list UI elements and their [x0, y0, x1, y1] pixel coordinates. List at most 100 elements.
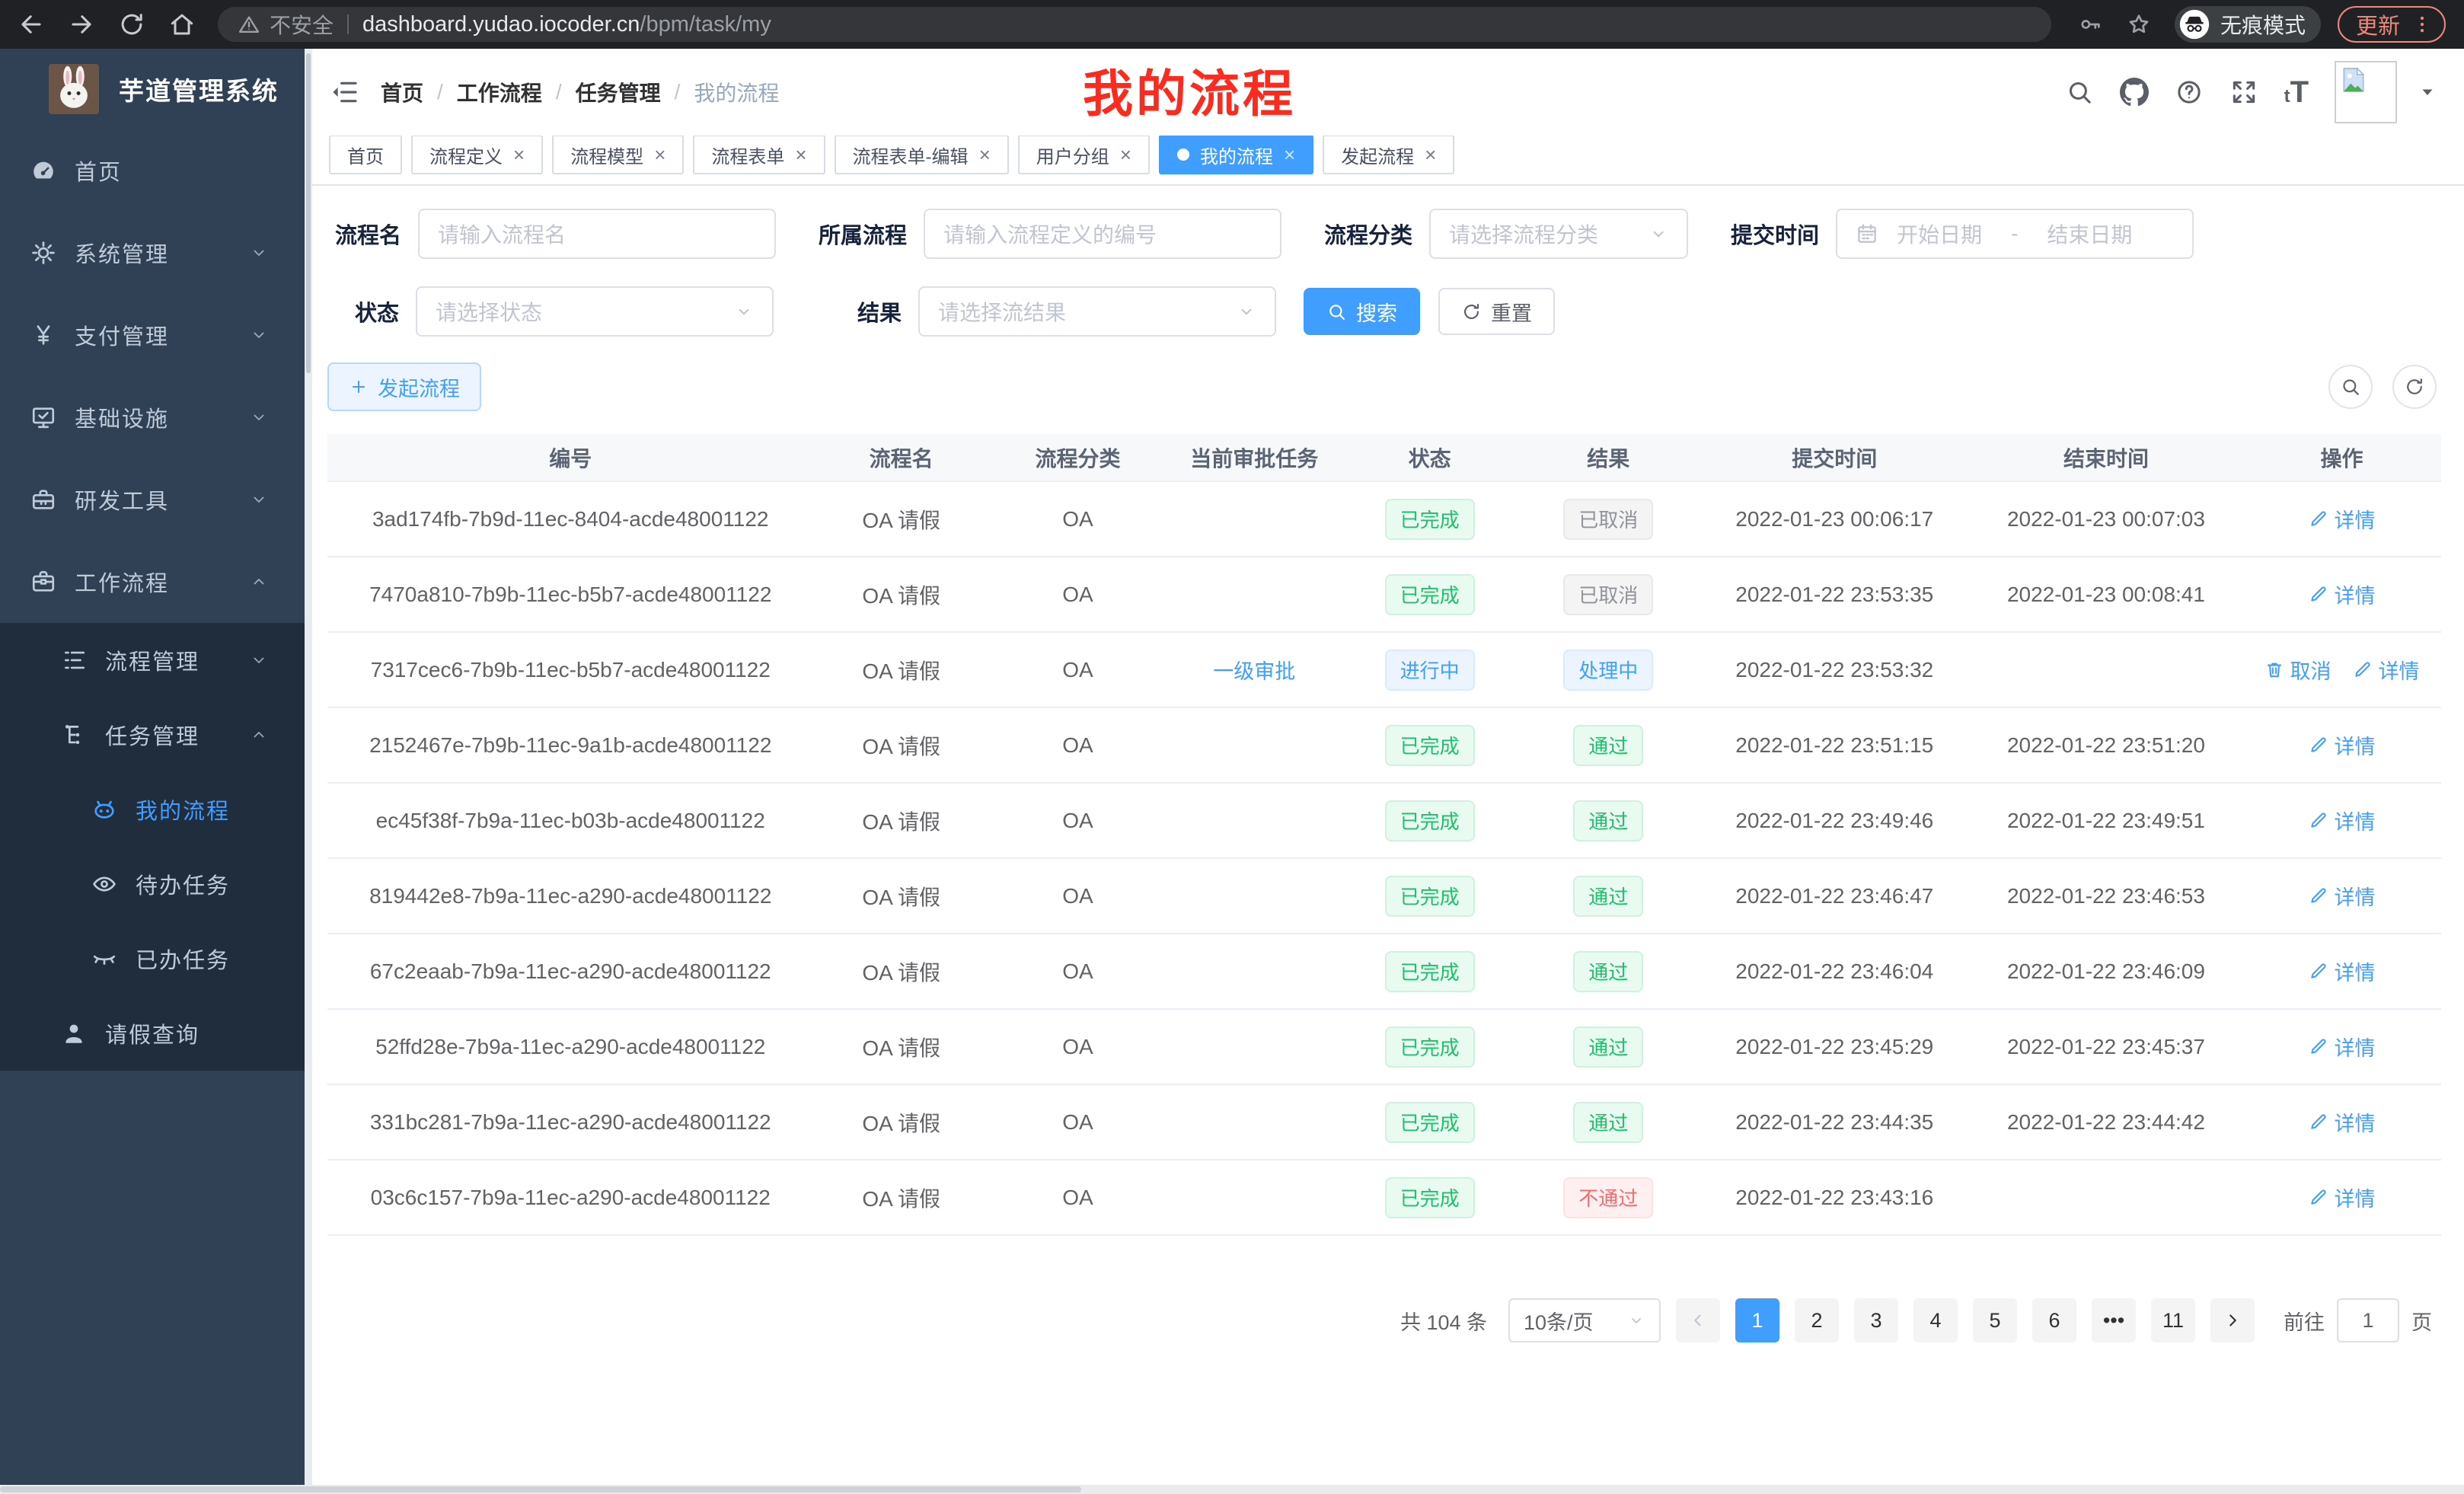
tag-tab[interactable]: 首页 [329, 135, 402, 174]
cell-status: 进行中 [1342, 632, 1517, 707]
tab-close-icon[interactable]: × [979, 145, 991, 164]
breadcrumb-item[interactable]: 首页 [381, 77, 423, 107]
detail-action-link[interactable]: 详情 [2309, 806, 2376, 835]
sidebar-item[interactable]: 系统管理 [0, 212, 305, 294]
show-search-toggle-button[interactable] [2328, 365, 2373, 409]
row-actions: 详情 [2309, 579, 2376, 609]
key-icon[interactable] [2077, 11, 2103, 37]
reload-icon[interactable] [117, 10, 146, 39]
forward-icon[interactable] [67, 10, 96, 39]
update-button[interactable]: 更新 [2338, 6, 2446, 43]
tab-label: 发起流程 [1341, 142, 1414, 168]
status-badge: 已完成 [1385, 951, 1475, 992]
back-icon[interactable] [17, 10, 46, 39]
current-task-link[interactable]: 一级审批 [1213, 655, 1295, 685]
cell-process-name: OA 请假 [813, 858, 988, 934]
avatar-caret-down-icon[interactable] [2418, 83, 2437, 101]
github-icon[interactable] [2120, 78, 2149, 107]
tab-close-icon[interactable]: × [1425, 145, 1436, 164]
sidebar-item[interactable]: 流程管理 [0, 623, 305, 698]
tag-tab[interactable]: 我的流程× [1159, 135, 1313, 174]
tag-tab[interactable]: 用户分组× [1018, 135, 1150, 174]
tab-close-icon[interactable]: × [1284, 145, 1295, 164]
detail-action-link[interactable]: 详情 [2309, 504, 2376, 534]
fullscreen-icon[interactable] [2229, 78, 2258, 107]
cell-result: 不通过 [1518, 1160, 1700, 1235]
tag-tab[interactable]: 发起流程 × [1323, 135, 1454, 174]
tab-close-icon[interactable]: × [513, 145, 525, 164]
pagination-page-button[interactable]: 4 [1913, 1298, 1958, 1342]
detail-action-link[interactable]: 详情 [2309, 579, 2376, 609]
sidebar-item[interactable]: 请假查询 [0, 996, 305, 1071]
tab-close-icon[interactable]: × [795, 145, 806, 164]
breadcrumb-item[interactable]: 任务管理 [576, 77, 661, 107]
table-row: 52ffd28e-7b9a-11ec-a290-acde48001122OA 请… [327, 1009, 2441, 1084]
avatar[interactable] [2335, 61, 2397, 123]
detail-action-link[interactable]: 详情 [2353, 655, 2420, 685]
horizontal-scrollbar[interactable] [0, 1485, 2464, 1494]
pagination-page-button[interactable]: 5 [1973, 1298, 2017, 1342]
search-icon[interactable] [2065, 78, 2094, 107]
tag-tab[interactable]: 流程表单× [693, 135, 825, 174]
pagination-page-button[interactable]: 6 [2032, 1298, 2076, 1342]
search-button[interactable]: 搜索 [1304, 288, 1420, 335]
pagination-page-button[interactable]: 11 [2151, 1298, 2195, 1342]
sidebar-item[interactable]: 待办任务 [0, 847, 305, 921]
sidebar-scrollbar[interactable] [305, 49, 312, 1494]
submit-time-range-picker[interactable]: 开始日期 - 结束日期 [1836, 209, 2194, 259]
address-bar[interactable]: 不安全 dashboard.yudao.iocoder.cn /bpm/task… [218, 7, 2051, 42]
table-row: 331bc281-7b9a-11ec-a290-acde48001122OA 请… [327, 1084, 2441, 1160]
status-select[interactable]: 请选择状态 [416, 286, 774, 337]
kebab-menu-icon[interactable] [2411, 13, 2434, 36]
reset-button[interactable]: 重置 [1438, 288, 1555, 335]
detail-action-link[interactable]: 详情 [2309, 1183, 2376, 1212]
tag-tab[interactable]: 流程模型× [552, 135, 684, 174]
sidebar-item[interactable]: 已办任务 [0, 921, 305, 996]
sidebar-item[interactable]: 支付管理 [0, 294, 305, 376]
process-def-input[interactable]: 请输入流程定义的编号 [924, 209, 1281, 259]
tab-label: 流程表单-编辑 [853, 142, 969, 168]
cell-process-category: OA [989, 557, 1167, 632]
pagination-page-button[interactable]: 3 [1854, 1298, 1898, 1342]
detail-action-link[interactable]: 详情 [2309, 956, 2376, 986]
result-select[interactable]: 请选择流结果 [918, 286, 1276, 337]
start-process-button[interactable]: 发起流程 [327, 362, 481, 411]
detail-action-link[interactable]: 详情 [2309, 881, 2376, 911]
pagination-page-button[interactable]: 1 [1735, 1298, 1779, 1342]
divider [347, 14, 349, 34]
bookmark-star-icon[interactable] [2126, 11, 2152, 37]
sidebar-item[interactable]: 基础设施 [0, 376, 305, 458]
result-placeholder: 请选择流结果 [938, 296, 1066, 327]
sidebar-item[interactable]: 研发工具 [0, 458, 305, 541]
prev-page-button[interactable] [1676, 1298, 1720, 1342]
cancel-action-link[interactable]: 取消 [2265, 655, 2332, 685]
tab-close-icon[interactable]: × [1120, 145, 1131, 164]
tag-tab[interactable]: 流程表单-编辑 × [835, 135, 1009, 174]
sidebar-item[interactable]: 工作流程 [0, 541, 305, 623]
sidebar-item[interactable]: 首页 [0, 129, 305, 212]
page-size-select[interactable]: 10条/页 [1508, 1298, 1661, 1342]
process-name-input[interactable]: 请输入流程名 [418, 209, 776, 259]
toolbox-icon [30, 487, 56, 512]
pagination-page-button[interactable]: 2 [1795, 1298, 1839, 1342]
cell-process-name: OA 请假 [813, 1009, 988, 1084]
help-icon[interactable] [2175, 78, 2204, 107]
detail-action-link[interactable]: 详情 [2309, 1107, 2376, 1137]
app-logo-row[interactable]: 芋道管理系统 [0, 49, 305, 129]
goto-page-input[interactable]: 1 [2337, 1298, 2399, 1342]
sidebar-item[interactable]: 任务管理 [0, 698, 305, 772]
tag-tab[interactable]: 流程定义× [411, 135, 543, 174]
tab-close-icon[interactable]: × [654, 145, 665, 164]
home-icon[interactable] [168, 10, 196, 39]
active-tab-dot [1177, 148, 1189, 161]
category-select[interactable]: 请选择流程分类 [1429, 209, 1688, 259]
breadcrumb-item[interactable]: 工作流程 [457, 77, 542, 107]
font-size-icon[interactable]: tT [2284, 75, 2309, 110]
next-page-button[interactable] [2210, 1298, 2255, 1342]
sidebar-item[interactable]: 我的流程 [0, 772, 305, 847]
detail-action-link[interactable]: 详情 [2309, 1032, 2376, 1061]
detail-action-link[interactable]: 详情 [2309, 730, 2376, 760]
refresh-table-button[interactable] [2392, 365, 2437, 409]
table-row: ec45f38f-7b9a-11ec-b03b-acde48001122OA 请… [327, 783, 2441, 858]
menu-fold-icon[interactable] [329, 77, 359, 107]
